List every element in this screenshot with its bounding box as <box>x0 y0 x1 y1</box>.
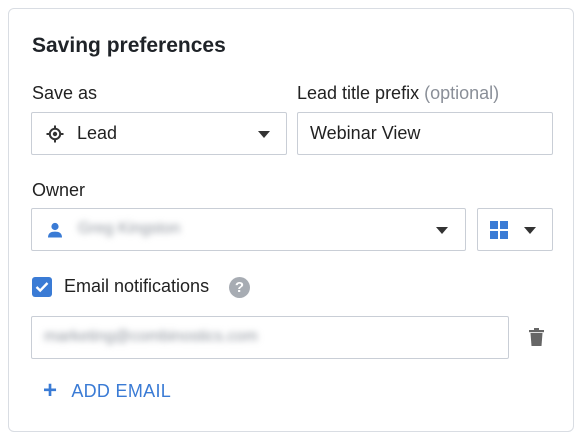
lead-title-prefix-label-text: Lead title prefix <box>297 83 420 103</box>
trash-icon[interactable] <box>529 328 544 346</box>
email-notifications-checkbox[interactable] <box>32 277 52 297</box>
target-icon <box>46 125 64 143</box>
owner-label: Owner <box>32 180 86 200</box>
panel-title: Saving preferences <box>32 34 226 57</box>
email-notifications-label: Email notifications <box>64 276 210 296</box>
owner-select[interactable]: Greg Kingston <box>31 208 466 251</box>
email-field[interactable]: marketing@combinostics.com <box>31 316 509 359</box>
view-toggle-button[interactable] <box>477 208 553 251</box>
checkmark-icon <box>35 282 49 293</box>
saving-preferences-panel: Saving preferences Save as Lead Lead tit… <box>8 8 574 432</box>
grid-icon <box>490 221 508 239</box>
owner-value: Greg Kingston <box>78 220 181 237</box>
help-icon[interactable]: ? <box>229 277 250 298</box>
save-as-value: Lead <box>77 123 118 143</box>
add-email-label: ADD EMAIL <box>71 380 172 401</box>
lead-title-prefix-input[interactable]: Webinar View <box>297 112 553 155</box>
optional-hint: (optional) <box>424 83 500 103</box>
lead-title-prefix-value: Webinar View <box>310 123 421 143</box>
person-icon <box>47 222 63 238</box>
chevron-down-icon <box>436 227 448 234</box>
chevron-down-icon <box>524 227 536 234</box>
save-as-select[interactable]: Lead <box>31 112 287 155</box>
plus-icon: + <box>43 377 58 404</box>
email-value: marketing@combinostics.com <box>44 328 258 345</box>
lead-title-prefix-label: Lead title prefix (optional) <box>297 83 499 104</box>
chevron-down-icon <box>258 131 270 138</box>
save-as-label: Save as <box>32 83 98 103</box>
add-email-button[interactable]: + ADD EMAIL <box>43 379 171 403</box>
